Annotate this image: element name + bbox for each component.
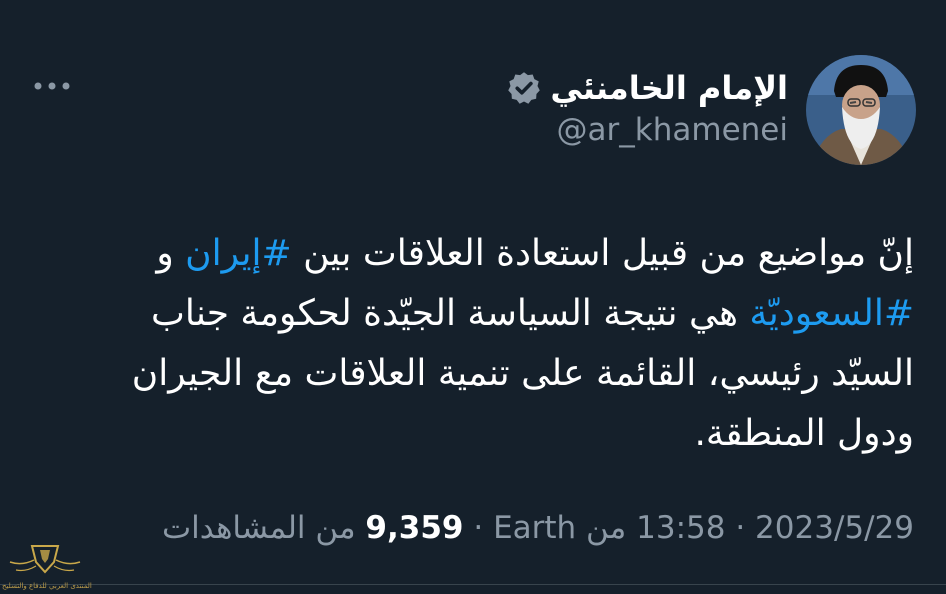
hashtag-iran[interactable]: #إيران <box>185 233 292 274</box>
more-horizontal-icon[interactable] <box>32 74 72 98</box>
tweet-card: الإمام الخامنئي @ar_khamenei إنّ مواضيع … <box>0 0 946 594</box>
avatar[interactable] <box>806 55 916 165</box>
tweet-text-part1: إنّ مواضيع من قبيل استعادة العلاقات بين <box>291 233 914 274</box>
divider <box>0 584 946 585</box>
meta-separator: · <box>473 510 484 546</box>
meta-separator: · <box>735 510 746 546</box>
avatar-image <box>806 55 916 165</box>
author-name-row: الإمام الخامنئي <box>506 62 788 114</box>
tweet-meta: 2023/5/29 · 13:58 من Earth · 9,359 من ال… <box>162 510 914 546</box>
author-display-name[interactable]: الإمام الخامنئي <box>550 69 788 107</box>
tweet-time[interactable]: 13:58 <box>636 510 725 546</box>
views-count[interactable]: 9,359 <box>365 510 463 546</box>
tweet-text: إنّ مواضيع من قبيل استعادة العلاقات بين … <box>80 224 914 464</box>
watermark-text: المنتدى العربي للدفاع والتسليح <box>2 582 92 590</box>
hashtag-saudi[interactable]: #السعوديّة <box>749 293 914 334</box>
tweet-text-part2: و <box>156 233 186 274</box>
tweet-source: من Earth <box>493 510 627 546</box>
verified-badge-icon <box>508 72 541 104</box>
views-label: من المشاهدات <box>162 510 356 546</box>
tweet-date[interactable]: 2023/5/29 <box>755 510 914 546</box>
author-handle[interactable]: @ar_khamenei <box>557 112 788 148</box>
